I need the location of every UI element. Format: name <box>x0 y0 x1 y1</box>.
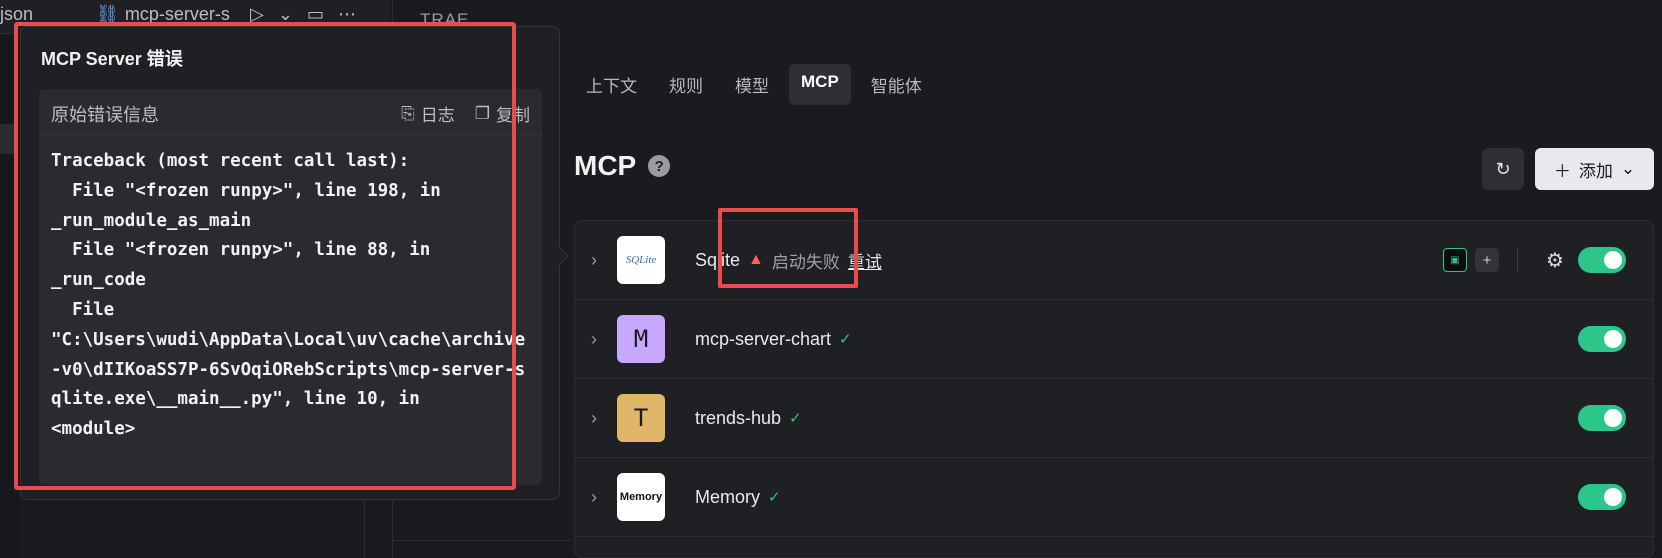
server-toggle[interactable] <box>1578 405 1626 431</box>
editor-tab-actions: ▷ ⌄ ▭ ⋯ <box>250 4 356 25</box>
server-name-group: Sqlite ▲ 启动失败 重试 <box>695 248 882 273</box>
server-row-sqlite[interactable]: › SQLite Sqlite ▲ 启动失败 重试 ▣ + ⚙ <box>575 221 1653 300</box>
divider <box>392 540 572 541</box>
error-card-label: 原始错误信息 <box>51 105 159 125</box>
server-row-memory[interactable]: › Memory Memory ✓ <box>575 458 1653 537</box>
check-icon: ✓ <box>839 331 852 348</box>
copy-icon: ❐ <box>474 103 490 123</box>
terminal-icon[interactable]: ▣ <box>1443 248 1467 272</box>
sqlite-logo: SQLite <box>617 236 665 284</box>
tab-rules[interactable]: 规则 <box>657 64 715 105</box>
editor-tab-json[interactable]: json <box>0 4 33 25</box>
server-row-chart[interactable]: › M mcp-server-chart ✓ <box>575 300 1653 379</box>
log-button-label: 日志 <box>420 106 455 125</box>
link-icon: ⛓ <box>96 4 119 24</box>
error-card-actions: ⎘ 日志 ❐ 复制 <box>401 101 530 126</box>
add-button-label: 添加 <box>1578 161 1613 181</box>
log-button[interactable]: ⎘ 日志 <box>401 101 455 126</box>
copy-button-label: 复制 <box>496 106 530 125</box>
server-tools: ▣ + ⚙ <box>1443 248 1564 273</box>
retry-link[interactable]: 重试 <box>848 248 882 273</box>
server-row-trends-hub[interactable]: › T trends-hub ✓ <box>575 379 1653 458</box>
tab-mcp[interactable]: MCP <box>789 64 851 105</box>
refresh-button[interactable]: ↻ <box>1482 148 1524 190</box>
mcp-server-list: › SQLite Sqlite ▲ 启动失败 重试 ▣ + ⚙ › M mcp-… <box>574 220 1654 558</box>
memory-logo: Memory <box>617 473 665 521</box>
plus-icon[interactable]: + <box>1475 248 1499 272</box>
server-name-group: mcp-server-chart ✓ <box>695 329 852 350</box>
chevron-down-icon: ⌄ <box>1620 159 1636 178</box>
chevron-right-icon[interactable]: › <box>591 250 597 271</box>
error-card-header: 原始错误信息 ⎘ 日志 ❐ 复制 <box>39 89 542 135</box>
server-avatar: M <box>617 315 665 363</box>
tab-agents[interactable]: 智能体 <box>859 64 934 105</box>
traceback-text: Traceback (most recent call last): File … <box>51 151 526 440</box>
editor-tab-mcp-server[interactable]: ⛓ mcp-server-s <box>96 4 230 25</box>
error-popover: MCP Server 错误 原始错误信息 ⎘ 日志 ❐ 复制 Traceback… <box>20 26 560 500</box>
server-avatar: T <box>617 394 665 442</box>
split-editor-icon[interactable]: ▭ <box>307 4 324 25</box>
warning-icon: ▲ <box>748 251 764 268</box>
gear-icon[interactable]: ⚙ <box>1546 248 1564 273</box>
page-title: MCP ? <box>574 150 671 182</box>
tab-context[interactable]: 上下文 <box>574 64 649 105</box>
popover-title: MCP Server 错误 <box>41 49 183 69</box>
chevron-right-icon[interactable]: › <box>591 487 597 508</box>
server-name: Memory <box>695 486 761 507</box>
check-icon: ✓ <box>789 410 802 427</box>
server-toggle[interactable] <box>1578 484 1626 510</box>
check-icon: ✓ <box>768 489 781 506</box>
chevron-right-icon[interactable]: › <box>591 408 597 429</box>
refresh-icon: ↻ <box>1495 158 1511 179</box>
editor-tab-mcp-label: mcp-server-s <box>124 4 230 24</box>
more-icon[interactable]: ⋯ <box>338 4 356 25</box>
server-name: Sqlite <box>695 249 741 270</box>
run-icon[interactable]: ▷ <box>250 4 264 25</box>
plus-icon: ＋ <box>1553 161 1571 181</box>
chevron-right-icon[interactable]: › <box>591 329 597 350</box>
chevron-down-icon[interactable]: ⌄ <box>278 4 293 25</box>
add-button[interactable]: ＋ 添加 ⌄ <box>1535 148 1654 190</box>
left-gutter <box>0 34 20 558</box>
gutter-marker <box>0 124 14 154</box>
tab-models[interactable]: 模型 <box>723 64 781 105</box>
log-icon: ⎘ <box>401 103 415 123</box>
status-failed[interactable]: 启动失败 <box>772 248 840 273</box>
server-toggle[interactable] <box>1578 247 1626 273</box>
server-toggle[interactable] <box>1578 326 1626 352</box>
server-name: mcp-server-chart <box>695 328 832 349</box>
settings-nav-tabs: 上下文 规则 模型 MCP 智能体 <box>574 64 934 105</box>
error-card: 原始错误信息 ⎘ 日志 ❐ 复制 Traceback (most recent … <box>39 89 542 485</box>
server-name-group: Memory ✓ <box>695 487 781 508</box>
server-name-group: trends-hub ✓ <box>695 408 802 429</box>
divider <box>1517 248 1518 272</box>
page-title-text: MCP <box>574 150 637 181</box>
server-name: trends-hub <box>695 407 782 428</box>
copy-button[interactable]: ❐ 复制 <box>475 101 530 126</box>
help-icon[interactable]: ? <box>648 155 671 177</box>
